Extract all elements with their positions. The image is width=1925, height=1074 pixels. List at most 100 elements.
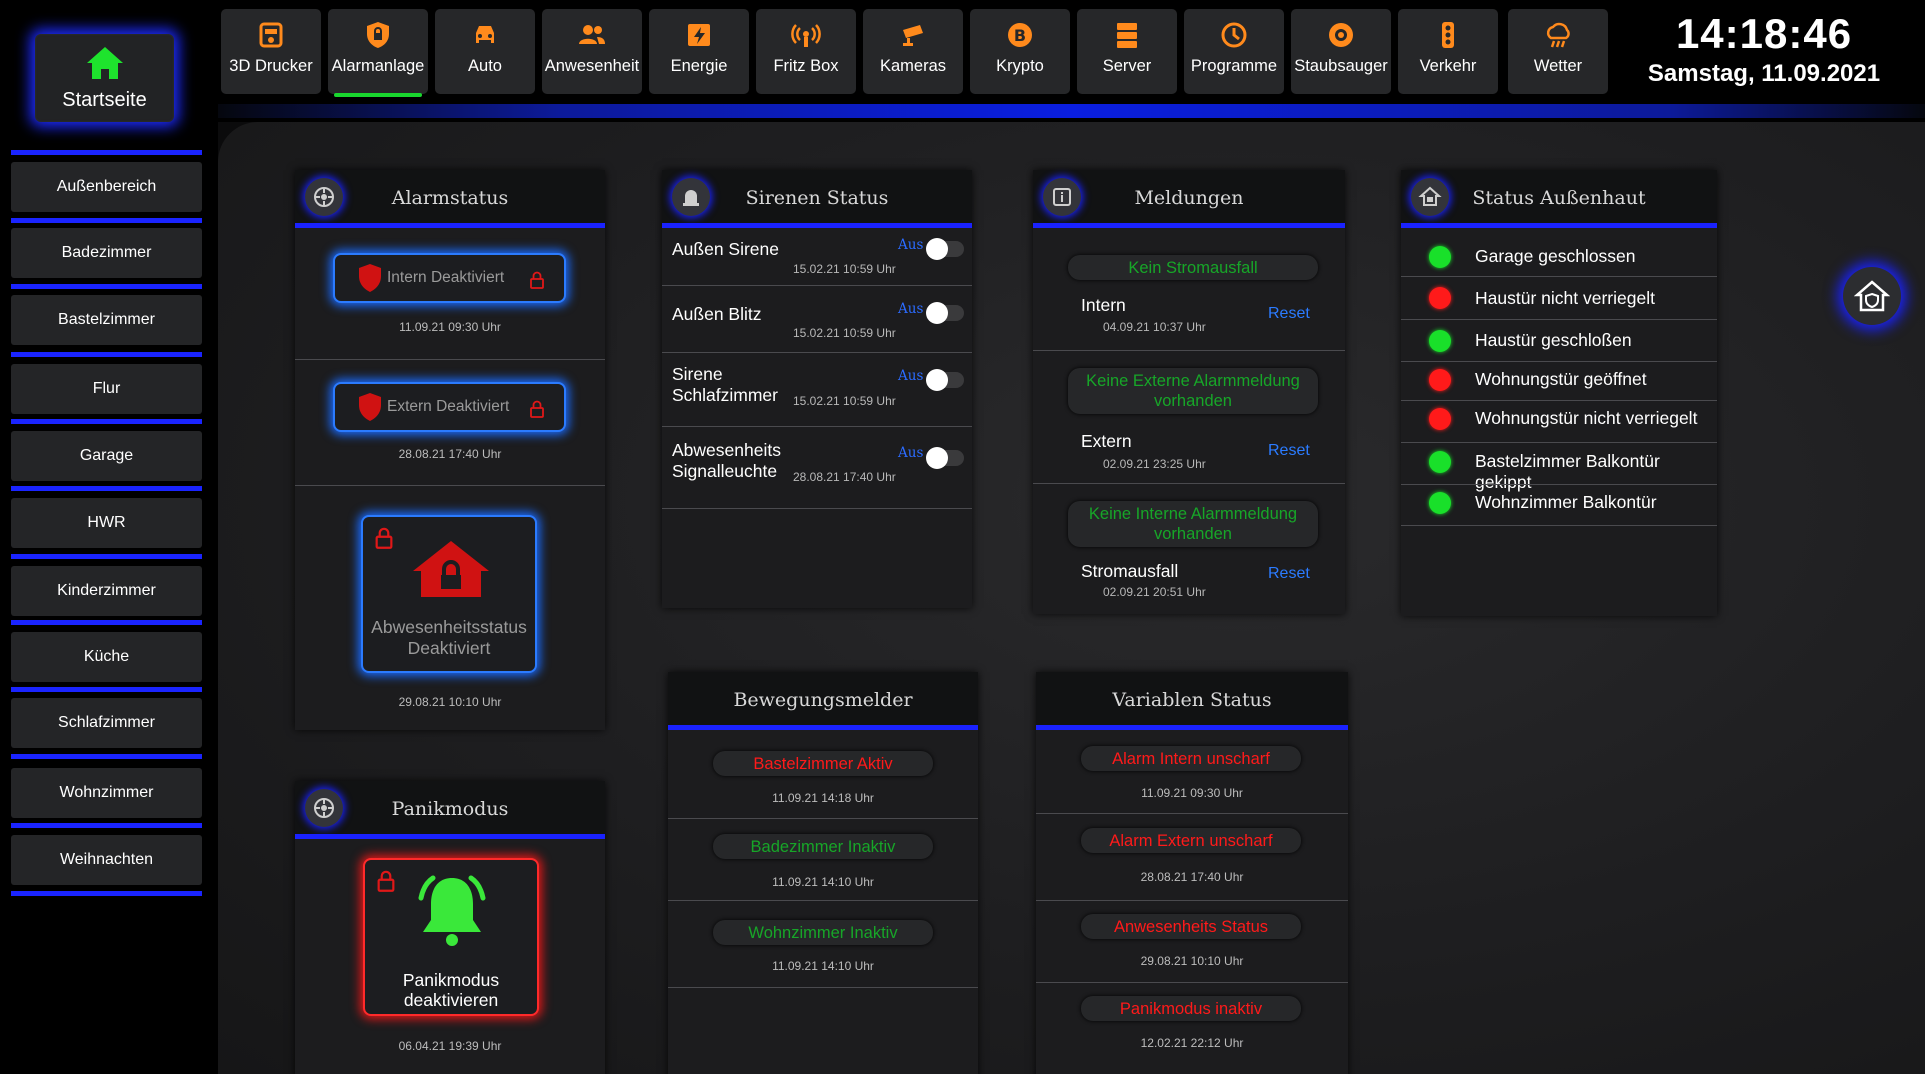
card-header: Bewegungsmelder [668,672,978,730]
tab-label: Alarmanlage [331,57,425,75]
tab-label: Verkehr [1419,57,1477,75]
intern-alarm-timestamp: 11.09.21 09:30 Uhr [399,320,501,334]
tab-fritz-box[interactable]: Fritz Box [756,9,856,94]
people-icon [579,25,605,44]
tab-energie[interactable]: Energie [649,9,749,94]
reset-link[interactable]: Reset [1268,305,1310,323]
absence-status-button[interactable]: Abwesenheitsstatus Deaktiviert [361,515,537,673]
nav-item-weihnachten[interactable]: Weihnachten [11,835,202,885]
motion-sensor-pill: Wohnzimmer Inaktiv [713,920,933,945]
divider [662,508,972,509]
meldungen-card: Meldungen Kein Stromausfall Intern Reset… [1033,170,1345,614]
bewegungsmelder-card: Bewegungsmelder Bastelzimmer Aktiv 11.09… [668,672,978,1074]
extern-alarm-label: Extern Deaktiviert [387,398,510,415]
extern-alarm-button[interactable]: Extern Deaktiviert [333,382,566,432]
car-icon [476,26,494,43]
divider [1401,361,1717,362]
clock: 14:18:46 Samstag, 11.09.2021 [1629,10,1899,88]
card-header: Sirenen Status [662,170,972,228]
tab-server[interactable]: Server [1077,9,1177,94]
status-label: Haustür nicht verriegelt [1475,288,1655,308]
tab-krypto[interactable]: B Krypto [970,9,1070,94]
reset-link[interactable]: Reset [1268,442,1310,460]
siren-toggle[interactable] [926,238,964,260]
variable-status-pill: Alarm Extern unscharf [1081,828,1301,853]
card-title: Status Außenhaut [1472,187,1646,209]
divider [1036,813,1348,814]
nav-item-schlafzimmer[interactable]: Schlafzimmer [11,698,202,748]
nav-separator [11,754,202,759]
siren-toggle[interactable] [926,302,964,324]
status-label: Wohnzimmer Balkontür [1475,492,1657,512]
divider [1401,319,1717,320]
sirenen-card: Sirenen Status Außen Sirene Aus 15.02.21… [662,170,972,608]
active-tab-indicator [334,93,422,97]
panikmodus-card: Panikmodus Panikmodus deaktivieren 06.04… [295,781,605,1074]
nav-item-kinderzimmer[interactable]: Kinderzimmer [11,566,202,616]
status-indicator [1429,408,1451,430]
home-button[interactable]: Startseite [35,34,174,122]
camera-icon [903,25,923,46]
tab-label: Programme [1190,57,1278,75]
divider [662,426,972,427]
tab-alarmanlage[interactable]: Alarmanlage [328,9,428,97]
nav-separator [11,687,202,692]
absence-timestamp: 29.08.21 10:10 Uhr [398,695,502,709]
nav-item-bastelzimmer[interactable]: Bastelzimmer [11,295,202,345]
variable-timestamp: 28.08.21 17:40 Uhr [1140,870,1244,884]
tab-anwesenheit[interactable]: Anwesenheit [542,9,642,94]
status-label: Garage geschlossen [1475,246,1636,266]
divider [1033,350,1345,351]
divider [1401,276,1717,277]
tab-label: Kameras [879,57,947,75]
vacuum-icon [1329,23,1353,47]
nav-separator [11,352,202,357]
home-label: Startseite [62,88,147,111]
panic-timestamp: 06.04.21 19:39 Uhr [398,1039,502,1053]
alarmstatus-card: Alarmstatus Intern Deaktiviert 11.09.21 … [295,170,605,730]
siren-timestamp: 15.02.21 10:59 Uhr [793,326,896,340]
sidebar: Startseite Außenbereich Badezimmer Baste… [0,0,218,1074]
main-content: Alarmstatus Intern Deaktiviert 11.09.21 … [218,122,1925,1074]
nav-item-aussenbereich[interactable]: Außenbereich [11,162,202,212]
panic-mode-button[interactable]: Panikmodus deaktivieren [363,858,539,1016]
shield-icon [359,264,381,292]
tab-staubsauger[interactable]: Staubsauger [1291,9,1391,94]
house-lock-icon [413,541,489,597]
nav-item-hwr[interactable]: HWR [11,498,202,548]
tab-verkehr[interactable]: Verkehr [1398,9,1498,94]
variablen-card: Variablen Status Alarm Intern unscharf 1… [1036,672,1348,1074]
divider [1033,483,1345,484]
card-title: Sirenen Status [745,187,889,209]
siren-state: Aus [898,237,924,253]
siren-state: Aus [898,445,924,461]
variable-timestamp: 11.09.21 09:30 Uhr [1141,786,1243,800]
house-shield-button[interactable] [1843,267,1901,325]
tab-label: Wetter [1533,57,1583,75]
nav-item-garage[interactable]: Garage [11,431,202,481]
divider [1401,442,1717,443]
tab-3d-drucker[interactable]: 3D Drucker [221,9,321,94]
nav-item-flur[interactable]: Flur [11,364,202,414]
internal-alarm-pill: Keine Interne Alarmmeldung vorhanden [1068,501,1318,547]
card-title: Bewegungsmelder [733,689,913,711]
tab-programme[interactable]: Programme [1184,9,1284,94]
siren-timestamp: 28.08.21 17:40 Uhr [793,470,896,484]
siren-toggle[interactable] [926,369,964,391]
divider [1036,900,1348,901]
tab-label: Anwesenheit [544,57,640,75]
siren-toggle[interactable] [926,447,964,469]
message-timestamp: 04.09.21 10:37 Uhr [1103,320,1206,334]
tab-auto[interactable]: Auto [435,9,535,94]
tab-wetter[interactable]: Wetter [1508,9,1608,94]
nav-item-wohnzimmer[interactable]: Wohnzimmer [11,768,202,818]
reset-link[interactable]: Reset [1268,565,1310,583]
intern-alarm-button[interactable]: Intern Deaktiviert [333,253,566,303]
nav-item-kueche[interactable]: Küche [11,632,202,682]
tab-kameras[interactable]: Kameras [863,9,963,94]
router-icon [791,24,821,47]
weather-icon [1546,22,1570,48]
nav-item-badezimmer[interactable]: Badezimmer [11,228,202,278]
lock-icon [530,400,544,418]
tab-label: Auto [468,57,502,75]
